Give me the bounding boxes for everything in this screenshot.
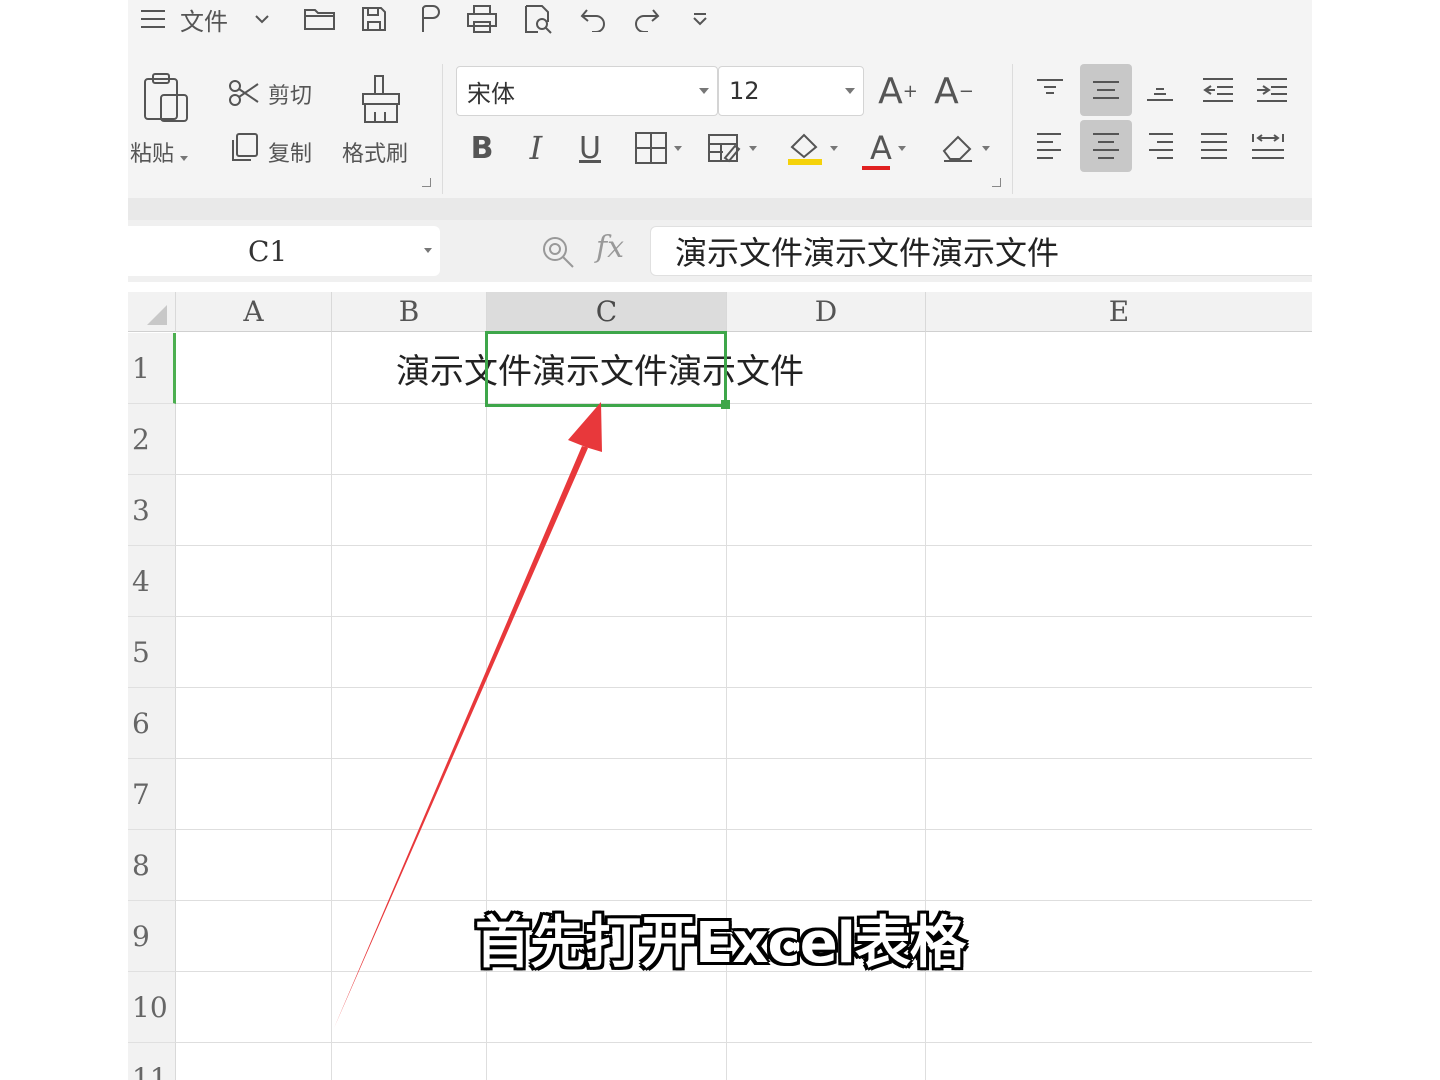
video-caption: 首先打开Excel表格 [475,911,966,976]
